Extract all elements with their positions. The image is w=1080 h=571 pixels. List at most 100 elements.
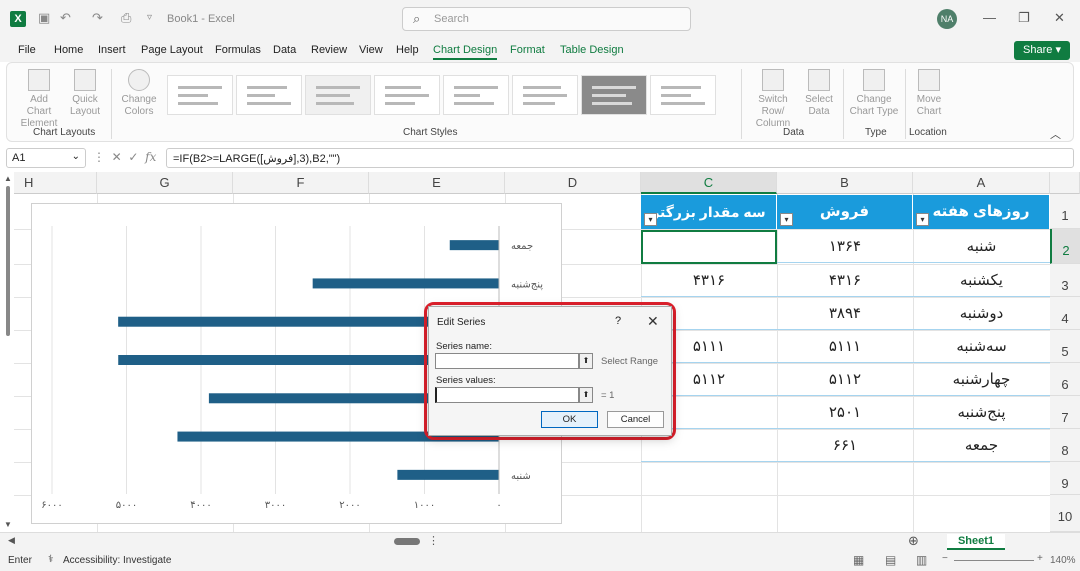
tab-format[interactable]: Format bbox=[510, 44, 545, 56]
move-chart-button[interactable]: Move Chart bbox=[911, 69, 947, 118]
close-window-icon[interactable]: ✕ bbox=[1054, 10, 1065, 26]
scroll-down-icon[interactable]: ▼ bbox=[4, 520, 12, 529]
select-all-corner[interactable] bbox=[1050, 172, 1080, 194]
chart-style-6[interactable] bbox=[512, 75, 578, 115]
sheet-tab-sheet1[interactable]: Sheet1 bbox=[947, 534, 1005, 550]
chart-style-5[interactable] bbox=[443, 75, 509, 115]
tab-data[interactable]: Data bbox=[273, 44, 296, 56]
filter-dropdown-icon[interactable]: ▾ bbox=[644, 213, 657, 226]
chart-style-7[interactable] bbox=[581, 75, 647, 115]
table-cell-b[interactable]: ۱۳۶۴ bbox=[777, 230, 913, 263]
insert-function-icon[interactable]: fx bbox=[145, 150, 156, 164]
series-values-input[interactable] bbox=[435, 387, 579, 403]
filter-dropdown-icon[interactable]: ▾ bbox=[780, 213, 793, 226]
search-box[interactable]: ⌕ Search bbox=[402, 7, 691, 31]
horizontal-scroll-thumb[interactable] bbox=[394, 538, 420, 545]
table-header-days[interactable]: روزهای هفته ▾ bbox=[913, 195, 1050, 229]
tab-help[interactable]: Help bbox=[396, 44, 419, 56]
table-cell-b[interactable]: ۲۵۰۱ bbox=[777, 396, 913, 429]
col-header-d[interactable]: D bbox=[505, 172, 641, 194]
formula-input[interactable]: =IF(B2>=LARGE([فروش],3),B2,"") bbox=[166, 148, 1074, 168]
range-picker-icon[interactable]: ⬆ bbox=[579, 387, 593, 403]
quick-layout-button[interactable]: Quick Layout bbox=[67, 69, 103, 118]
bar-6[interactable] bbox=[312, 278, 499, 289]
tab-insert[interactable]: Insert bbox=[98, 44, 126, 56]
filter-dropdown-icon[interactable]: ▾ bbox=[916, 213, 929, 226]
table-cell-a[interactable]: پنج‌شنبه bbox=[913, 396, 1050, 429]
vertical-scrollbar[interactable]: ▲ ▼ bbox=[4, 172, 12, 532]
enter-icon[interactable]: ✓ bbox=[128, 150, 138, 164]
table-header-sales[interactable]: فروش ▾ bbox=[777, 195, 913, 229]
collapse-ribbon-icon[interactable]: ︿ bbox=[1050, 126, 1061, 142]
chart-style-2[interactable] bbox=[236, 75, 302, 115]
col-header-h[interactable]: H bbox=[14, 172, 97, 194]
redo-icon[interactable]: ↷ bbox=[92, 10, 103, 26]
print-icon[interactable]: ⎙ bbox=[121, 10, 131, 26]
customize-toolbar-icon[interactable]: ▿ bbox=[147, 12, 152, 23]
col-header-a[interactable]: A bbox=[913, 172, 1050, 194]
tab-file[interactable]: File bbox=[18, 44, 36, 56]
switch-row-column-button[interactable]: Switch Row/ Column bbox=[747, 69, 799, 130]
range-picker-icon[interactable]: ⬆ bbox=[579, 353, 593, 369]
tab-formulas[interactable]: Formulas bbox=[215, 44, 261, 56]
chart-style-4[interactable] bbox=[374, 75, 440, 115]
select-data-button[interactable]: Select Data bbox=[803, 69, 835, 118]
row-header-2[interactable]: 2 bbox=[1050, 229, 1080, 264]
row-header-9[interactable]: 9 bbox=[1050, 462, 1080, 495]
table-cell-b[interactable]: ۴۳۱۶ bbox=[777, 264, 913, 297]
row-header-4[interactable]: 4 bbox=[1050, 297, 1080, 330]
help-icon[interactable]: ? bbox=[615, 315, 621, 327]
table-cell-a[interactable]: شنبه bbox=[913, 230, 1050, 263]
col-header-b[interactable]: B bbox=[777, 172, 913, 194]
col-header-f[interactable]: F bbox=[233, 172, 369, 194]
tab-review[interactable]: Review bbox=[311, 44, 347, 56]
zoom-out-icon[interactable]: − bbox=[942, 553, 948, 564]
cancel-icon[interactable]: ✕ bbox=[112, 150, 122, 164]
accessibility-status[interactable]: Accessibility: Investigate bbox=[63, 555, 171, 566]
table-cell-a[interactable]: سه‌شنبه bbox=[913, 330, 1050, 363]
scrollbar-thumb[interactable] bbox=[6, 186, 10, 336]
row-header-7[interactable]: 7 bbox=[1050, 396, 1080, 429]
chart-style-8[interactable] bbox=[650, 75, 716, 115]
close-icon[interactable]: ✕ bbox=[647, 313, 659, 330]
chart-style-1[interactable] bbox=[167, 75, 233, 115]
table-cell-b[interactable]: ۳۸۹۴ bbox=[777, 297, 913, 330]
bar-7[interactable] bbox=[449, 240, 499, 251]
series-name-input[interactable] bbox=[435, 353, 579, 369]
table-cell-b[interactable]: ۵۱۱۱ bbox=[777, 330, 913, 363]
add-sheet-icon[interactable]: ⊕ bbox=[908, 533, 919, 549]
zoom-in-icon[interactable]: + bbox=[1037, 553, 1043, 564]
restore-icon[interactable]: ❐ bbox=[1018, 10, 1030, 26]
chart-style-3[interactable] bbox=[305, 75, 371, 115]
row-header-6[interactable]: 6 bbox=[1050, 363, 1080, 396]
undo-icon[interactable]: ↶ bbox=[60, 10, 71, 26]
col-header-e[interactable]: E bbox=[369, 172, 505, 194]
page-layout-view-icon[interactable]: ▤ bbox=[885, 553, 896, 567]
table-cell-a[interactable]: جمعه bbox=[913, 429, 1050, 462]
user-avatar[interactable]: NA bbox=[937, 9, 957, 29]
row-header-5[interactable]: 5 bbox=[1050, 330, 1080, 363]
table-cell-a[interactable]: دوشنبه bbox=[913, 297, 1050, 330]
tab-chart-design[interactable]: Chart Design bbox=[433, 44, 498, 60]
normal-view-icon[interactable]: ▦ bbox=[853, 553, 864, 567]
ok-button[interactable]: OK bbox=[541, 411, 598, 428]
page-break-view-icon[interactable]: ▥ bbox=[916, 553, 927, 567]
row-header-8[interactable]: 8 bbox=[1050, 429, 1080, 462]
zoom-level[interactable]: 140% bbox=[1050, 555, 1076, 566]
table-cell-a[interactable]: چهارشنبه bbox=[913, 363, 1050, 396]
autosave-icon[interactable]: ▣ bbox=[38, 10, 50, 26]
row-header-3[interactable]: 3 bbox=[1050, 264, 1080, 297]
table-cell-a[interactable]: یکشنبه bbox=[913, 264, 1050, 297]
col-header-g[interactable]: G bbox=[97, 172, 233, 194]
cancel-button[interactable]: Cancel bbox=[607, 411, 664, 428]
name-box[interactable]: A1 ⌄ bbox=[6, 148, 86, 168]
share-button[interactable]: Share ▾ bbox=[1014, 41, 1070, 60]
minimize-icon[interactable]: — bbox=[983, 10, 996, 25]
table-header-top3[interactable]: سه مقدار بزرگتر ▾ bbox=[641, 195, 777, 229]
table-cell-b[interactable]: ۵۱۱۲ bbox=[777, 363, 913, 396]
change-chart-type-button[interactable]: Change Chart Type bbox=[849, 69, 899, 118]
tab-view[interactable]: View bbox=[359, 44, 383, 56]
table-cell-c[interactable]: ۴۳۱۶ bbox=[641, 264, 777, 297]
table-cell-b[interactable]: ۶۶۱ bbox=[777, 429, 913, 462]
tab-table-design[interactable]: Table Design bbox=[560, 44, 624, 56]
